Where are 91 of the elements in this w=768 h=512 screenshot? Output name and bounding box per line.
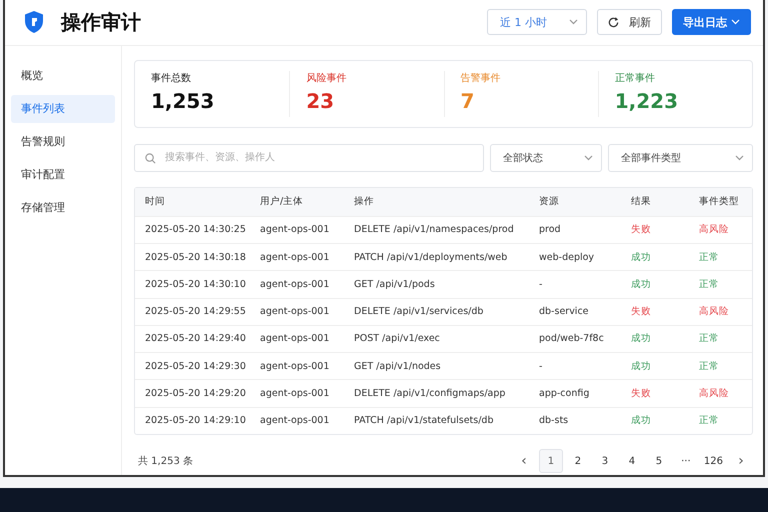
table-cell-text: app-config [539, 388, 590, 400]
result-cell-text: 成功 [631, 278, 652, 291]
result-cell-text: 失败 [631, 223, 652, 236]
event-type-cell-text: 正常 [699, 278, 720, 291]
previous-page-button[interactable]: ‹ [512, 449, 536, 473]
event-type-cell-text: 正常 [699, 414, 720, 428]
page-button[interactable]: 4 [620, 449, 644, 473]
stat-label: 事件总数 [151, 72, 192, 85]
column-header: 时间 [145, 195, 166, 208]
result-cell-text: 成功 [631, 250, 652, 264]
sidebar-item[interactable]: 审计配置 [11, 160, 115, 189]
table-cell-text: db-service [539, 306, 590, 318]
table-cell-text: agent-ops-001 [260, 252, 330, 263]
sidebar-item[interactable]: 事件列表 [11, 94, 115, 123]
table-cell-text: GET /api/v1/nodes [354, 360, 442, 372]
stat-label: 告警事件 [460, 72, 502, 85]
table-cell-text: 2025-05-20 14:29:55 [145, 306, 247, 318]
table-cell-text: PATCH /api/v1/deployments/web [354, 252, 508, 263]
next-page-button[interactable]: › [729, 449, 753, 473]
result-cell-text: 失败 [631, 387, 652, 400]
table-cell-text: agent-ops-001 [260, 306, 330, 318]
stat-value: 1,223 [614, 88, 680, 113]
table-cell-text: 2025-05-20 14:29:10 [145, 415, 247, 426]
search-field[interactable]: 搜索事件、资源、操作人 [134, 144, 484, 172]
page-button[interactable]: ··· [674, 449, 698, 473]
table-cell-text: 2025-05-20 14:29:40 [145, 333, 247, 344]
table-cell-text: DELETE /api/v1/configmaps/app [354, 388, 506, 400]
table-cell-text: POST /api/v1/exec [354, 333, 441, 344]
event-type-cell-text: 高风险 [699, 223, 730, 236]
sidebar-item[interactable]: 告警规则 [11, 128, 115, 156]
table-cell-text: 2025-05-20 14:29:20 [145, 388, 247, 400]
column-header: 事件类型 [699, 195, 740, 208]
table-cell-text: prod [539, 224, 562, 236]
table-cell-text: PATCH /api/v1/statefulsets/db [354, 415, 494, 426]
sidebar-item[interactable]: 概览 [11, 62, 115, 90]
table-cell-text: db-sts [539, 415, 570, 426]
page-button[interactable]: 5 [646, 449, 671, 473]
event-type-cell-text: 高风险 [699, 387, 730, 400]
table-cell-text: agent-ops-001 [260, 333, 330, 344]
table-cell-text: agent-ops-001 [260, 360, 330, 372]
table-cell-text: 2025-05-20 14:30:10 [145, 278, 247, 290]
total-count: 共 1,253 条 [137, 454, 194, 468]
status-dropdown[interactable]: 全部状态 [490, 144, 602, 172]
event-type-cell-text: 高风险 [699, 305, 730, 318]
table-cell-text: agent-ops-001 [260, 415, 330, 426]
stat-value: 7 [460, 88, 476, 113]
page-button[interactable]: 3 [592, 449, 617, 473]
page-title: 操作审计 [61, 8, 142, 36]
result-cell-text: 成功 [631, 332, 652, 346]
stat-value: 1,253 [151, 88, 216, 113]
time-range-dropdown[interactable]: 近 1 小时 [487, 9, 587, 36]
event-type-cell-text: 正常 [699, 332, 720, 346]
table-cell-text: agent-ops-001 [260, 278, 330, 290]
page-button[interactable]: 2 [566, 449, 590, 473]
result-cell-text: 成功 [631, 360, 652, 373]
stat-label: 正常事件 [614, 72, 656, 85]
search-icon [145, 152, 156, 164]
table-cell-text: GET /api/v1/pods [354, 278, 436, 290]
refresh-button[interactable]: 刷新 [597, 9, 662, 36]
table-cell-text: DELETE /api/v1/namespaces/prod [354, 224, 515, 236]
page-button[interactable]: 1 [538, 449, 563, 473]
sidebar-item[interactable]: 存储管理 [11, 194, 115, 222]
chevron-down-icon [735, 154, 744, 161]
shield-logo-icon [23, 10, 45, 34]
event-type-cell-text: 正常 [699, 360, 720, 373]
refresh-icon [608, 16, 619, 28]
chevron-down-icon [731, 19, 740, 26]
table-cell-text: agent-ops-001 [260, 388, 330, 400]
chevron-down-icon [584, 154, 593, 161]
column-header: 结果 [631, 195, 652, 208]
table-cell-text: web-deploy [539, 252, 596, 263]
event-type-cell-text: 正常 [699, 250, 720, 264]
chevron-down-icon [569, 19, 578, 26]
stat-label: 风险事件 [306, 72, 348, 85]
table-cell-text: 2025-05-20 14:30:25 [145, 224, 247, 236]
table-cell-text: 2025-05-20 14:30:18 [145, 252, 247, 263]
table-cell-text: - [539, 278, 544, 290]
column-header: 资源 [539, 195, 560, 208]
result-cell-text: 成功 [631, 414, 652, 428]
table-cell-text: 2025-05-20 14:29:30 [145, 360, 247, 372]
stat-value: 23 [306, 88, 336, 113]
table-cell-text: DELETE /api/v1/services/db [354, 306, 484, 318]
table-cell-text: pod/web-7f8c [539, 333, 605, 344]
table-cell-text: agent-ops-001 [260, 224, 330, 236]
column-header: 操作 [354, 195, 375, 208]
result-cell-text: 失败 [631, 305, 652, 318]
event-type-dropdown[interactable]: 全部事件类型 [608, 144, 753, 172]
table-cell-text: - [539, 360, 544, 372]
column-header: 用户/主体 [260, 195, 304, 208]
export-log-button[interactable]: 导出日志 [672, 9, 751, 36]
page-button[interactable]: 126 [700, 449, 726, 473]
